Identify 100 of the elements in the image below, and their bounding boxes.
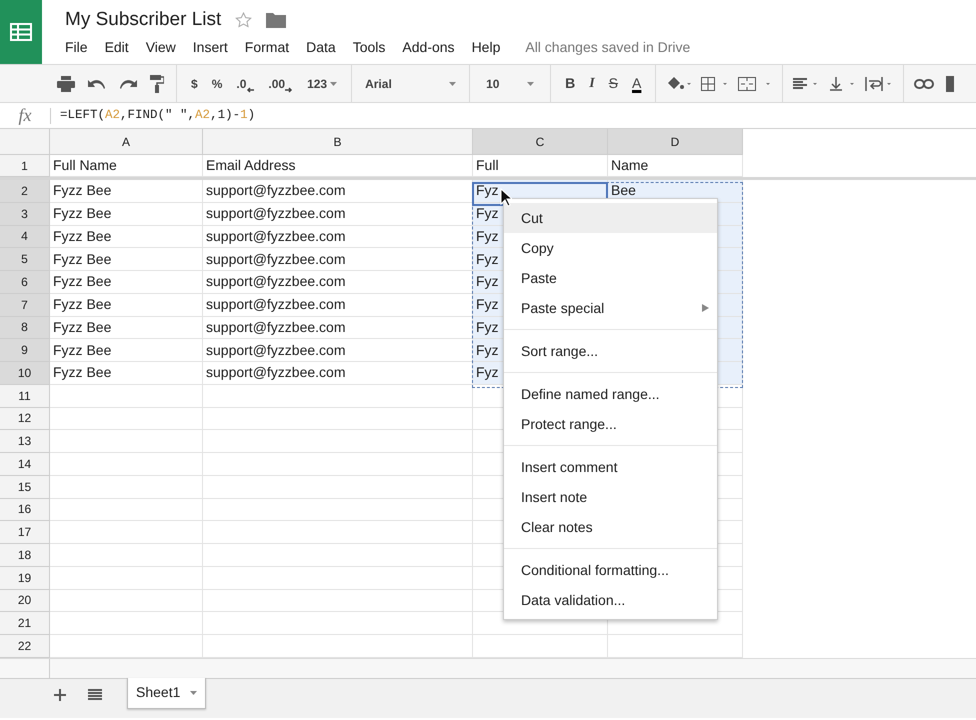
table-cell[interactable]: Fyzz Bee [50,362,203,385]
row-header[interactable]: 9 [0,339,50,362]
font-dropdown[interactable]: Arial [352,74,470,92]
text-style-button[interactable]: A [632,73,642,94]
table-cell[interactable] [50,476,203,498]
menu-item[interactable]: Paste [504,263,717,293]
row-header[interactable]: 13 [0,430,50,453]
table-cell[interactable] [50,590,203,612]
merge-cells-icon[interactable] [738,76,772,90]
table-cell[interactable]: support@fyzzbee.com [203,180,473,203]
row-header[interactable]: 20 [0,590,50,612]
align-left-icon[interactable] [793,78,820,90]
row-header[interactable]: 7 [0,294,50,316]
table-cell[interactable]: Full Name [50,155,203,177]
table-cell[interactable]: Fyzz Bee [50,339,203,362]
font-size-dropdown[interactable]: 10 [470,74,550,92]
table-cell[interactable]: Fyzz Bee [50,316,203,340]
table-cell[interactable] [50,384,203,408]
table-cell[interactable] [50,544,203,567]
menu-item[interactable]: Add-ons [402,37,455,58]
text-style-button[interactable]: S [608,73,618,94]
table-cell[interactable] [203,453,473,476]
document-title[interactable]: My Subscriber List [65,8,222,32]
menu-item[interactable]: Data [306,37,336,58]
borders-icon[interactable] [701,76,730,90]
row-header[interactable]: 21 [0,612,50,635]
table-cell[interactable]: Full [473,155,608,177]
table-cell[interactable] [50,521,203,544]
row-header[interactable]: 15 [0,476,50,498]
table-cell[interactable]: Email Address [203,155,473,177]
format-button[interactable]: % [212,74,222,92]
table-cell[interactable]: Fyzz Bee [50,271,203,294]
menu-item[interactable]: Insert comment [504,452,717,482]
table-cell[interactable] [50,566,203,590]
table-cell[interactable]: support@fyzzbee.com [203,362,473,385]
menu-item[interactable]: Protect range... [504,409,717,439]
table-cell[interactable]: support@fyzzbee.com [203,226,473,248]
table-cell[interactable] [203,612,473,635]
table-cell[interactable] [50,453,203,476]
table-cell[interactable]: support@fyzzbee.com [203,202,473,226]
row-header[interactable]: 16 [0,498,50,522]
table-cell[interactable] [50,498,203,522]
table-cell[interactable]: Fyzz Bee [50,248,203,271]
sheet-tab[interactable]: Sheet1 [127,678,206,709]
menu-item[interactable]: Conditional formatting... [504,555,717,585]
row-header[interactable]: 22 [0,635,50,658]
print-icon[interactable] [57,76,75,92]
menu-item[interactable]: Insert note [504,482,717,512]
menu-item[interactable]: Sort range... [504,336,717,366]
table-cell[interactable] [50,612,203,635]
row-header[interactable]: 8 [0,316,50,340]
row-header[interactable]: 12 [0,408,50,430]
row-header[interactable]: 11 [0,384,50,408]
column-header[interactable]: C [473,129,608,155]
table-cell[interactable] [50,408,203,430]
table-cell[interactable] [203,476,473,498]
fill-color-icon[interactable] [666,76,692,90]
row-header[interactable]: 17 [0,521,50,544]
table-cell[interactable] [203,566,473,590]
table-cell[interactable] [203,521,473,544]
format-button[interactable]: .0 [236,74,254,92]
row-header[interactable]: 1 [0,155,50,177]
row-header[interactable]: 3 [0,202,50,226]
menu-item[interactable]: Insert [192,37,228,58]
menu-item[interactable]: Help [472,37,500,58]
paint-format-icon[interactable] [150,74,164,92]
menu-item[interactable]: Clear notes [504,512,717,542]
table-cell[interactable]: support@fyzzbee.com [203,294,473,316]
table-cell[interactable]: support@fyzzbee.com [203,248,473,271]
table-cell[interactable]: support@fyzzbee.com [203,339,473,362]
table-cell[interactable] [203,498,473,522]
menu-item[interactable]: View [146,37,176,58]
format-button[interactable]: $ [191,74,198,92]
table-cell[interactable] [50,430,203,453]
table-cell[interactable] [203,430,473,453]
row-header[interactable]: 4 [0,226,50,248]
table-cell[interactable]: support@fyzzbee.com [203,271,473,294]
row-header[interactable]: 6 [0,271,50,294]
vertical-align-icon[interactable] [828,76,856,90]
link-icon[interactable] [914,78,934,88]
star-icon[interactable] [235,12,252,28]
column-header[interactable]: B [203,129,473,155]
format-button[interactable]: 123 [307,74,338,92]
table-cell[interactable]: Name [608,155,743,177]
menu-item[interactable]: Copy [504,233,717,263]
formula-input[interactable]: =LEFT(A2,FIND(" ",A2,1)-1) [60,106,256,125]
row-header[interactable]: 5 [0,248,50,271]
row-header[interactable]: 14 [0,453,50,476]
column-header[interactable]: A [50,129,203,155]
text-style-button[interactable]: I [589,73,595,94]
row-header[interactable]: 10 [0,362,50,385]
menu-item[interactable]: Format [244,37,290,58]
table-cell[interactable]: support@fyzzbee.com [203,316,473,340]
table-cell[interactable] [203,590,473,612]
undo-icon[interactable] [88,78,106,90]
column-header[interactable]: D [608,129,743,155]
table-cell[interactable]: Fyzz Bee [50,180,203,203]
row-header[interactable]: 2 [0,180,50,203]
table-cell[interactable] [203,544,473,567]
format-button[interactable]: .00 [268,74,294,92]
